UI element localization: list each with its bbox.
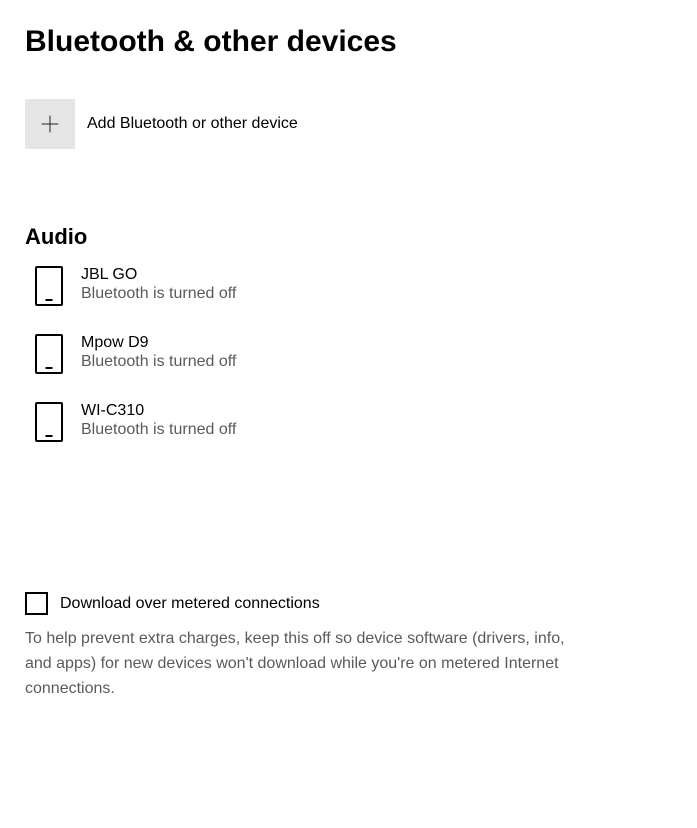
device-status: Bluetooth is turned off (81, 285, 236, 303)
device-item[interactable]: WI-C310 Bluetooth is turned off (25, 402, 672, 442)
device-icon (35, 266, 63, 306)
metered-checkbox-label: Download over metered connections (60, 595, 320, 613)
device-status: Bluetooth is turned off (81, 353, 236, 371)
device-item[interactable]: JBL GO Bluetooth is turned off (25, 266, 672, 306)
device-name: Mpow D9 (81, 334, 236, 352)
add-device-button[interactable]: Add Bluetooth or other device (25, 99, 672, 149)
metered-checkbox[interactable] (25, 592, 48, 615)
device-icon (35, 402, 63, 442)
metered-checkbox-row[interactable]: Download over metered connections (25, 592, 672, 615)
device-icon (35, 334, 63, 374)
metered-description: To help prevent extra charges, keep this… (25, 627, 565, 701)
page-title: Bluetooth & other devices (25, 25, 672, 59)
audio-device-list: JBL GO Bluetooth is turned off Mpow D9 B… (25, 266, 672, 442)
device-name: WI-C310 (81, 402, 236, 420)
add-device-label: Add Bluetooth or other device (87, 115, 298, 133)
device-item[interactable]: Mpow D9 Bluetooth is turned off (25, 334, 672, 374)
device-status: Bluetooth is turned off (81, 421, 236, 439)
device-name: JBL GO (81, 266, 236, 284)
audio-section-heading: Audio (25, 224, 672, 250)
plus-icon (25, 99, 75, 149)
